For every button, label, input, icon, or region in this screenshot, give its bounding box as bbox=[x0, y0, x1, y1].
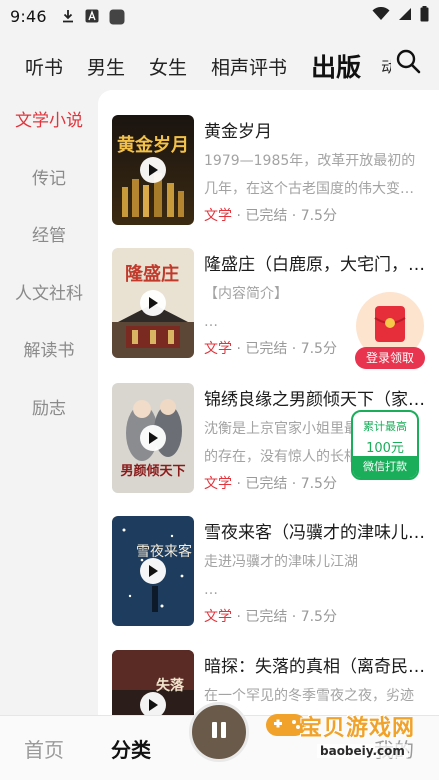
font-app-icon bbox=[85, 9, 99, 23]
nav-home[interactable]: 首页 bbox=[24, 734, 64, 763]
tab-publish[interactable]: 出版 bbox=[311, 48, 361, 84]
search-button[interactable] bbox=[391, 46, 425, 80]
cover-title: 男颜倾天下 bbox=[120, 463, 185, 479]
play-button[interactable] bbox=[140, 157, 166, 183]
book-category: 文学 bbox=[204, 208, 232, 224]
status-time: 9:46 bbox=[10, 6, 47, 26]
book-cover[interactable]: 雪夜来客 bbox=[112, 516, 194, 626]
book-title: 暗探：失落的真相（离奇民… bbox=[204, 657, 425, 677]
play-icon bbox=[148, 565, 158, 577]
tab-audiobook[interactable]: 听书 bbox=[25, 53, 63, 80]
watermark: 宝贝游戏网 baobeiy.com bbox=[262, 700, 438, 778]
book-item[interactable]: 黄金岁月 黄金岁月 1979—1985年，改革开放最初的 几年，在这个古老国度的… bbox=[112, 115, 432, 225]
play-icon bbox=[148, 164, 158, 176]
category-sidebar: 文学小说 传记 经管 人文社科 解读书 励志 bbox=[0, 90, 98, 435]
book-description-line: 几年，在这个古老国度的伟大变… bbox=[204, 181, 414, 197]
wifi-icon bbox=[372, 6, 390, 25]
book-description: 1979—1985年，改革开放最初的 几年，在这个古老国度的伟大变… bbox=[204, 147, 416, 203]
mini-player[interactable] bbox=[189, 702, 249, 762]
book-title: 隆盛庄（白鹿原，大宅门，… bbox=[204, 255, 425, 275]
book-status-score: · 已完结 · 7.5分 bbox=[232, 609, 337, 625]
book-category: 文学 bbox=[204, 341, 232, 357]
red-packet-widget[interactable]: 登录领取 bbox=[355, 292, 425, 370]
book-title: 黄金岁月 bbox=[204, 122, 272, 142]
sidebar-item-inspiration[interactable]: 励志 bbox=[0, 378, 98, 436]
book-description: 走进冯骥才的津味儿江湖 … bbox=[204, 548, 416, 604]
sidebar-item-interpretation[interactable]: 解读书 bbox=[0, 320, 98, 378]
sidebar-item-biography[interactable]: 传记 bbox=[0, 148, 98, 206]
book-status-score: · 已完结 · 7.5分 bbox=[232, 476, 337, 492]
cover-title: 隆盛庄 bbox=[125, 263, 179, 285]
cover-title: 黄金岁月 bbox=[117, 134, 189, 156]
book-item[interactable]: 雪夜来客 雪夜来客（冯骥才的津味儿… 走进冯骥才的津味儿江湖 … 文学 · 已完… bbox=[112, 516, 432, 626]
play-button[interactable] bbox=[140, 692, 166, 715]
watermark-url: baobeiy.com bbox=[317, 744, 408, 758]
play-icon bbox=[148, 432, 158, 444]
reward-amount: 100元 bbox=[366, 441, 404, 456]
tab-female[interactable]: 女生 bbox=[149, 53, 187, 80]
cover-title: 雪夜来客 bbox=[136, 543, 192, 560]
book-description-line: 走进冯骥才的津味儿江湖 bbox=[204, 554, 358, 570]
pause-icon[interactable] bbox=[208, 719, 230, 745]
book-list: 黄金岁月 黄金岁月 1979—1985年，改革开放最初的 几年，在这个古老国度的… bbox=[98, 90, 439, 715]
red-envelope-icon bbox=[373, 304, 407, 348]
red-packet-label: 登录领取 bbox=[355, 347, 425, 369]
book-title: 雪夜来客（冯骥才的津味儿… bbox=[204, 523, 425, 543]
book-cover[interactable]: 男颜倾天下 bbox=[112, 383, 194, 493]
book-cover[interactable]: 隆盛庄 bbox=[112, 248, 194, 358]
tab-male[interactable]: 男生 bbox=[87, 53, 125, 80]
sidebar-item-humanities[interactable]: 人文社科 bbox=[0, 263, 98, 321]
book-description-line: … bbox=[204, 582, 218, 598]
cover-title: 失落 bbox=[156, 677, 185, 694]
book-cover[interactable]: 失落 bbox=[112, 650, 194, 715]
book-cover[interactable]: 黄金岁月 bbox=[112, 115, 194, 225]
tab-next-partial[interactable]: 动 bbox=[381, 56, 391, 77]
play-button[interactable] bbox=[140, 290, 166, 316]
tab-crosstalk[interactable]: 相声评书 bbox=[211, 53, 287, 80]
sidebar-item-literature[interactable]: 文学小说 bbox=[0, 90, 98, 148]
book-title: 锦绣良缘之男颜倾天下（家… bbox=[204, 390, 425, 410]
book-description-line: 1979—1985年，改革开放最初的 bbox=[204, 153, 416, 169]
watermark-text: 宝贝游戏网 bbox=[300, 716, 416, 741]
reward-line-1: 累计最高 bbox=[363, 420, 407, 433]
play-button[interactable] bbox=[140, 425, 166, 451]
play-button[interactable] bbox=[140, 558, 166, 584]
download-icon bbox=[61, 9, 75, 23]
book-status-score: · 已完结 · 7.5分 bbox=[232, 208, 337, 224]
sidebar-item-business[interactable]: 经管 bbox=[0, 205, 98, 263]
book-meta: 文学 · 已完结 · 7.5分 bbox=[204, 338, 337, 358]
wechat-reward-widget[interactable]: 累计最高 100元 微信打款 bbox=[351, 410, 419, 480]
book-category: 文学 bbox=[204, 476, 232, 492]
reward-pay-label: 微信打款 bbox=[353, 456, 417, 478]
status-bar: 9:46 bbox=[0, 0, 439, 32]
app-square-icon bbox=[109, 9, 125, 25]
book-meta: 文学 · 已完结 · 7.5分 bbox=[204, 473, 337, 493]
nav-category[interactable]: 分类 bbox=[111, 734, 151, 763]
search-icon bbox=[395, 48, 421, 78]
play-icon bbox=[148, 699, 158, 711]
book-status-score: · 已完结 · 7.5分 bbox=[232, 341, 337, 357]
play-icon bbox=[148, 297, 158, 309]
signal-icon bbox=[398, 7, 412, 25]
top-tab-bar: 听书 男生 女生 相声评书 出版 动 bbox=[0, 38, 439, 94]
book-meta: 文学 · 已完结 · 7.5分 bbox=[204, 205, 337, 225]
book-category: 文学 bbox=[204, 609, 232, 625]
status-right-group bbox=[372, 6, 429, 26]
book-meta: 文学 · 已完结 · 7.5分 bbox=[204, 606, 337, 626]
battery-icon bbox=[420, 6, 429, 26]
